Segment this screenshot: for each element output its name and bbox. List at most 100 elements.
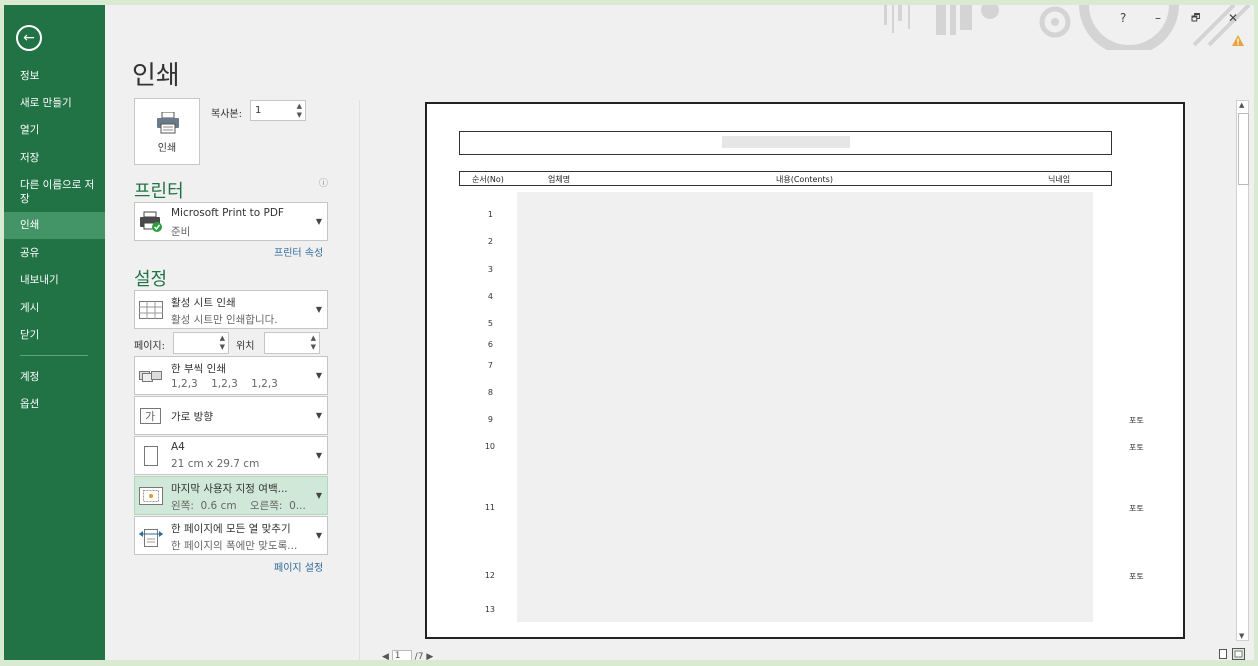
printer-icon: [157, 112, 179, 134]
preview-scrollbar[interactable]: ▲ ▼: [1236, 100, 1249, 641]
row-number: 10: [484, 442, 495, 451]
paper-icon: [144, 446, 158, 466]
sidebar-item-print[interactable]: 인쇄: [4, 212, 105, 239]
pages-to-label: 위치: [236, 341, 255, 352]
printer-name: Microsoft Print to PDF: [171, 207, 284, 219]
copies-stepper[interactable]: 1 ▲ ▼: [250, 100, 306, 121]
header-contents: 내용(Contents): [776, 175, 833, 184]
scaling-dropdown[interactable]: 한 페이지에 모든 열 맞추기 한 페이지의 폭에만 맞도록... ▼: [134, 516, 328, 555]
header-company: 업체명: [548, 175, 571, 184]
chevron-down-icon: ▼: [315, 304, 322, 314]
pages-label: 페이지:: [134, 341, 165, 352]
scaling-title: 한 페이지에 모든 열 맞추기: [171, 523, 291, 535]
print-what-title: 활성 시트 인쇄: [171, 297, 236, 309]
photo-label: 포토: [1129, 443, 1144, 452]
photo-label: 포토: [1129, 504, 1144, 513]
row-number: 13: [484, 605, 495, 614]
sidebar-item-close[interactable]: 닫기: [4, 328, 105, 342]
collate-subtitle: 1,2,3 1,2,3 1,2,3: [171, 378, 278, 390]
print-preview-page: 순서(No) 업체명 내용(Contents) 닉네임 1 2 3 4 5 6 …: [425, 102, 1185, 639]
back-button[interactable]: ←: [16, 25, 42, 51]
preview-title-redacted: [722, 136, 850, 148]
scroll-up-icon[interactable]: ▲: [1239, 101, 1244, 109]
row-number: 7: [487, 361, 493, 370]
row-number: 3: [487, 265, 493, 274]
sidebar-item-share[interactable]: 공유: [4, 246, 105, 260]
row-number: 11: [484, 503, 495, 512]
page-navigator: ◀ 1 /7 ▶: [382, 650, 433, 660]
page-title: 인쇄: [132, 61, 180, 91]
stepper-arrows-icon[interactable]: ▲ ▼: [311, 334, 316, 352]
sidebar-item-save-as[interactable]: 다른 이름으로 저장: [4, 178, 105, 206]
sidebar-divider: [20, 355, 88, 356]
copies-value: 1: [255, 105, 262, 116]
row-number: 5: [487, 319, 493, 328]
warning-icon[interactable]: [1232, 35, 1244, 46]
copies-label: 복사본:: [211, 109, 242, 120]
show-margins-icon[interactable]: [1218, 649, 1228, 659]
sidebar-item-info[interactable]: 정보: [4, 69, 105, 83]
page-setup-link[interactable]: 페이지 설정: [274, 559, 323, 574]
sidebar-item-save[interactable]: 저장: [4, 151, 105, 165]
backstage-sidebar: ← 정보 새로 만들기 열기 저장 다른 이름으로 저장 인쇄 공유 내보내기 …: [4, 5, 105, 660]
landscape-orientation-icon: 가: [140, 408, 161, 424]
sidebar-item-open[interactable]: 열기: [4, 123, 105, 137]
sheet-grid-icon: [139, 301, 163, 319]
backstage-window: ← 정보 새로 만들기 열기 저장 다른 이름으로 저장 인쇄 공유 내보내기 …: [4, 5, 1254, 660]
preview-content-area: [517, 192, 1093, 622]
stepper-arrows-icon[interactable]: ▲ ▼: [220, 334, 225, 352]
next-page-icon[interactable]: ▶: [426, 652, 433, 660]
svg-text:가: 가: [145, 410, 155, 423]
close-button[interactable]: ✕: [1228, 11, 1238, 25]
help-button[interactable]: ?: [1120, 11, 1126, 25]
header-nickname: 닉네임: [1048, 175, 1071, 184]
pages-to-stepper[interactable]: ▲ ▼: [264, 332, 320, 354]
margins-subtitle: 왼쪽: 0.6 cm 오른쪽: 0...: [171, 500, 306, 512]
sidebar-item-new[interactable]: 새로 만들기: [4, 96, 105, 110]
sidebar-item-publish[interactable]: 게시: [4, 301, 105, 315]
printer-properties-link[interactable]: 프린터 속성: [274, 244, 323, 259]
paper-size-title: A4: [171, 441, 185, 453]
minimize-button[interactable]: –: [1155, 11, 1161, 25]
preview-title-box: [459, 131, 1112, 155]
scaling-subtitle: 한 페이지의 폭에만 맞도록...: [171, 540, 298, 552]
paper-size-subtitle: 21 cm x 29.7 cm: [171, 458, 260, 470]
row-number: 4: [487, 292, 493, 301]
info-icon[interactable]: ⓘ: [319, 176, 328, 189]
sidebar-item-account[interactable]: 계정: [4, 370, 105, 384]
photo-label: 포토: [1129, 572, 1144, 581]
print-button[interactable]: 인쇄: [134, 98, 200, 165]
collate-icon: [139, 371, 162, 382]
chevron-down-icon: ▼: [315, 490, 322, 500]
printer-heading: 프린터: [134, 181, 184, 202]
restore-button[interactable]: 🗗: [1191, 11, 1200, 28]
previous-page-icon[interactable]: ◀: [382, 652, 389, 660]
scroll-down-icon[interactable]: ▼: [1239, 632, 1244, 640]
photo-label: 포토: [1129, 416, 1144, 425]
row-number: 1: [487, 210, 493, 219]
margins-title: 마지막 사용자 지정 여백...: [171, 483, 288, 495]
collate-dropdown[interactable]: 한 부씩 인쇄 1,2,3 1,2,3 1,2,3 ▼: [134, 356, 328, 395]
chevron-down-icon: ▼: [315, 370, 322, 380]
print-what-dropdown[interactable]: 활성 시트 인쇄 활성 시트만 인쇄합니다. ▼: [134, 290, 328, 329]
current-page-input[interactable]: 1: [391, 650, 412, 660]
printer-dropdown[interactable]: Microsoft Print to PDF 준비 ▼: [134, 202, 328, 241]
row-number: 12: [484, 571, 495, 580]
paper-size-dropdown[interactable]: A4 21 cm x 29.7 cm ▼: [134, 436, 328, 475]
total-pages: /7: [414, 652, 424, 660]
sidebar-item-options[interactable]: 옵션: [4, 397, 105, 411]
fit-columns-icon: [139, 529, 163, 547]
sidebar-item-export[interactable]: 내보내기: [4, 273, 105, 287]
margins-dropdown[interactable]: 마지막 사용자 지정 여백... 왼쪽: 0.6 cm 오른쪽: 0... ▼: [134, 476, 328, 515]
orientation-dropdown[interactable]: 가 가로 방향 ▼: [134, 396, 328, 435]
scroll-thumb[interactable]: [1238, 113, 1249, 185]
chevron-down-icon: ▼: [315, 530, 322, 540]
zoom-to-page-icon[interactable]: [1232, 648, 1245, 660]
printer-ready-icon: [140, 211, 162, 232]
header-no: 순서(No): [472, 175, 504, 184]
margins-icon: [139, 487, 163, 505]
stepper-arrows-icon[interactable]: ▲ ▼: [297, 102, 302, 120]
pages-from-stepper[interactable]: ▲ ▼: [173, 332, 229, 354]
arrow-left-icon: ←: [23, 30, 35, 46]
settings-heading: 설정: [134, 269, 168, 290]
